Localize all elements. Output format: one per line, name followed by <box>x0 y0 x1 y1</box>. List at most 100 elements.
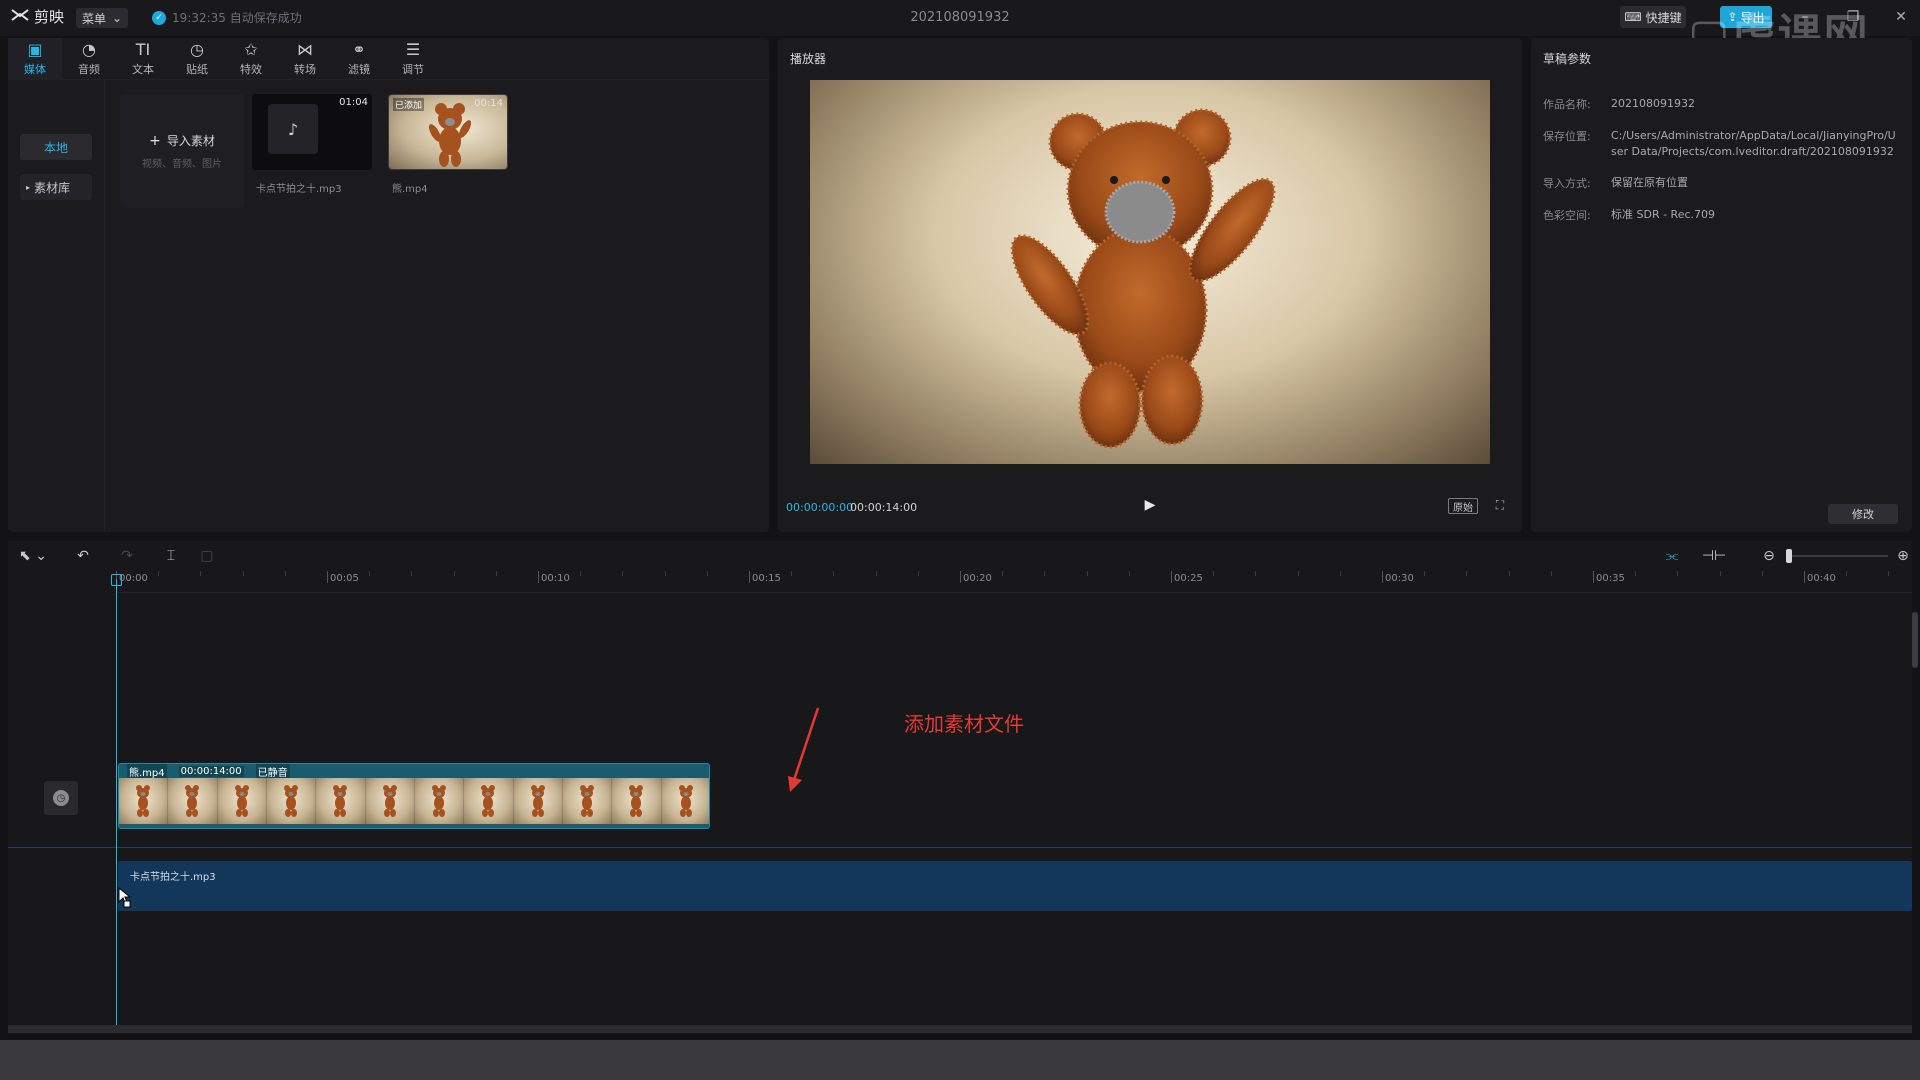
sidebar-item-local[interactable]: 本地 <box>20 134 92 160</box>
sidebar-item-label: 素材库 <box>34 180 71 195</box>
clip-duration: 00:00:14:00 <box>178 765 244 777</box>
field-value: 保留在原有位置 <box>1611 176 1688 189</box>
filmstrip-frame <box>119 778 169 824</box>
sticker-icon: ◷ <box>190 40 204 59</box>
annotation-text: 添加素材文件 <box>904 712 1024 736</box>
filmstrip-frame <box>562 778 613 824</box>
zoom-slider[interactable] <box>1786 549 1888 563</box>
ruler-minor-tick <box>1508 571 1510 576</box>
media-item-audio[interactable]: ♪ 01:04 <box>252 94 372 170</box>
timeline-horizontal-scrollbar[interactable] <box>8 1025 1912 1033</box>
app-name: 剪映 <box>34 8 65 26</box>
ruler-label: 00:15 <box>752 573 781 584</box>
zoom-slider-handle[interactable] <box>1786 549 1792 563</box>
title-bar: 剪映 菜单 ⌄ ✓ 19:32:35 自动保存成功 202108091932 ⌨… <box>0 0 1920 58</box>
media-sidebar: 本地 ▸ 素材库 <box>8 80 105 532</box>
tab-media[interactable]: ▣ 媒体 <box>8 38 62 80</box>
magnet-icon: ⫘ <box>1665 548 1679 564</box>
cover-button[interactable]: ◷ <box>44 781 78 815</box>
ruler-minor-tick <box>242 571 244 576</box>
cover-icon: ◷ <box>53 790 69 806</box>
video-preview[interactable] <box>810 80 1490 464</box>
tab-transition[interactable]: ⋈ 转场 <box>278 38 332 80</box>
menu-label: 菜单 <box>82 11 107 26</box>
media-item-name: 卡点节拍之十.mp3 <box>256 184 342 195</box>
draft-params-panel: 草稿参数 作品名称: 202108091932 保存位置: C:/Users/A… <box>1531 38 1912 532</box>
ruler-label: 00:40 <box>1807 573 1836 584</box>
media-item-video[interactable]: 已添加 00:14 <box>388 94 508 170</box>
draft-title: 草稿参数 <box>1543 52 1592 66</box>
transition-icon: ⋈ <box>297 40 313 59</box>
tab-effects[interactable]: ✩ 特效 <box>224 38 278 80</box>
ruler-minor-tick <box>1888 571 1890 576</box>
zoom-out-icon: ⊖ <box>1763 548 1775 564</box>
ruler-minor-tick <box>1466 571 1468 576</box>
zoom-out-button[interactable]: ⊖ <box>1760 547 1778 565</box>
menu-button[interactable]: 菜单 ⌄ <box>76 8 128 28</box>
tab-adjust[interactable]: ☰ 调节 <box>386 38 440 80</box>
ruler-minor-tick <box>1550 571 1552 576</box>
close-button[interactable]: ✕ <box>1888 6 1914 28</box>
playhead[interactable] <box>116 579 117 1025</box>
tab-filter[interactable]: ⚭ 滤镜 <box>332 38 386 80</box>
filmstrip-frame <box>217 778 267 824</box>
filmstrip-frame <box>266 778 317 824</box>
redo-icon: ↷ <box>121 548 133 564</box>
ruler-minor-tick <box>875 571 877 576</box>
undo-button[interactable]: ↶ <box>74 547 92 565</box>
player-panel: 播放器 00:00:00:00 00:00:14:00 ▶ 原始 ⛶ <box>778 38 1522 532</box>
bear-thumbnail <box>428 103 472 167</box>
video-clip[interactable]: 熊.mp4 00:00:14:00 已静音 <box>118 763 710 829</box>
timeline-vertical-scrollbar[interactable] <box>1912 612 1918 668</box>
sidebar-item-library[interactable]: ▸ 素材库 <box>20 174 92 200</box>
mouse-cursor-icon <box>118 886 134 913</box>
ruler-minor-tick <box>1044 571 1046 576</box>
adjust-icon: ☰ <box>405 40 421 59</box>
ruler-minor-tick <box>1255 571 1257 576</box>
field-color-space: 色彩空间: 标准 SDR - Rec.709 <box>1543 207 1901 223</box>
time-ruler[interactable]: 00:00 00:05 00:10 00:15 00:20 00:25 00:30 00:35… <box>116 571 1912 593</box>
ruler-minor-tick <box>1761 571 1763 576</box>
field-key: 保存位置: <box>1543 130 1591 143</box>
fullscreen-icon: ⛶ <box>1495 497 1505 512</box>
ruler-minor-tick <box>1213 571 1215 576</box>
redo-button[interactable]: ↷ <box>118 547 136 565</box>
filmstrip-frame <box>316 778 366 824</box>
field-value: C:/Users/Administrator/AppData/Local/Jia… <box>1611 129 1896 158</box>
media-icon: ▣ <box>27 40 43 59</box>
split-button[interactable]: ⌶ <box>162 547 180 565</box>
snap-toggle[interactable]: ⫘ <box>1660 547 1684 565</box>
tab-label: 媒体 <box>24 63 46 76</box>
chevron-down-icon: ⌄ <box>111 11 122 25</box>
keyboard-icon: ⌨ <box>1624 10 1642 24</box>
import-media-button[interactable]: + 导入素材 视频、音频、图片 <box>120 94 244 208</box>
select-tool-button[interactable]: ⬉ ⌄ <box>16 547 50 565</box>
fullscreen-button[interactable]: ⛶ <box>1492 497 1508 513</box>
ruler-minor-tick <box>833 571 835 576</box>
ruler-minor-tick <box>1677 571 1679 576</box>
tab-text[interactable]: TI 文本 <box>116 38 170 80</box>
link-icon: ⊣⊢ <box>1701 548 1727 564</box>
save-status-text: 19:32:35 自动保存成功 <box>172 11 302 25</box>
aspect-ratio-label: 原始 <box>1453 502 1473 514</box>
shortcut-button[interactable]: ⌨ 快捷键 <box>1620 6 1686 28</box>
zoom-in-button[interactable]: ⊕ <box>1894 547 1912 565</box>
ruler-minor-tick <box>1086 571 1088 576</box>
ruler-minor-tick <box>1297 571 1299 576</box>
field-key: 导入方式: <box>1543 177 1591 190</box>
field-key: 色彩空间: <box>1543 209 1591 222</box>
field-key: 作品名称: <box>1543 98 1591 111</box>
link-toggle[interactable]: ⊣⊢ <box>1702 547 1726 565</box>
tab-sticker[interactable]: ◷ 贴纸 <box>170 38 224 80</box>
aspect-ratio-button[interactable]: 原始 <box>1448 498 1478 514</box>
modify-button[interactable]: 修改 <box>1828 504 1898 524</box>
audio-clip[interactable]: 卡点节拍之十.mp3 <box>118 861 1912 911</box>
close-icon: ✕ <box>1895 9 1907 25</box>
ruler-minor-tick <box>664 571 666 576</box>
import-title: 导入素材 <box>166 134 215 148</box>
tab-label: 滤镜 <box>348 63 370 76</box>
filmstrip-frame <box>464 778 514 824</box>
play-button[interactable]: ▶ <box>1141 496 1159 514</box>
delete-button[interactable]: ▢ <box>198 547 216 565</box>
tab-audio[interactable]: ◔ 音频 <box>62 38 116 80</box>
